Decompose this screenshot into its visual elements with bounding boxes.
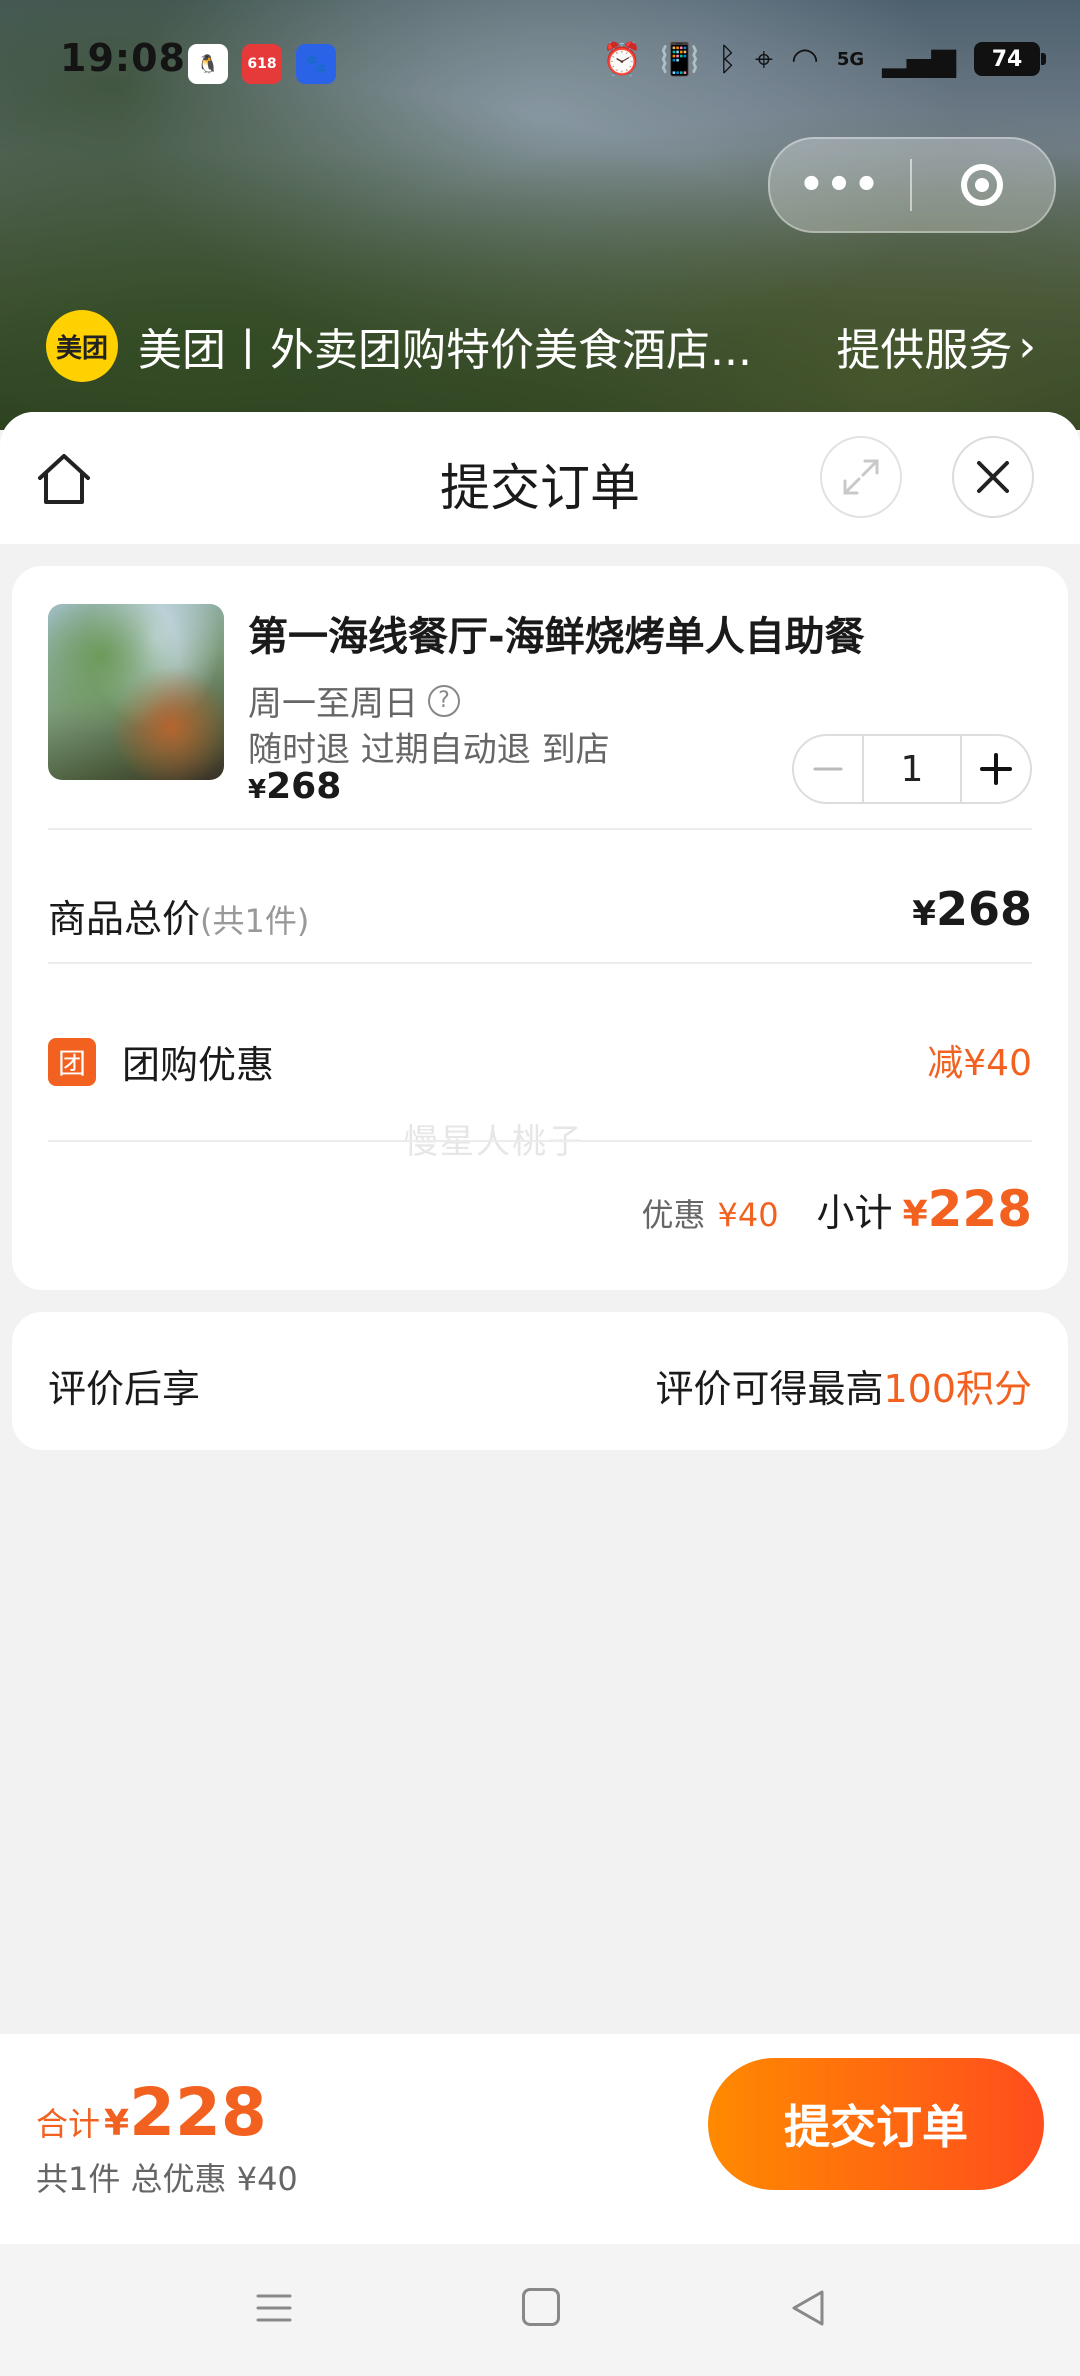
back-icon [792,2290,824,2326]
sheet-header: 提交订单 [0,412,1080,544]
goods-total-amount: ¥268 [912,882,1032,936]
close-icon [977,461,1009,493]
system-nav-bar [0,2244,1080,2376]
total-currency: ¥ [104,2103,130,2144]
watermark: 慢星人桃子 [404,1122,584,1162]
target-icon [961,164,1003,206]
saving-label: 优惠 [641,1196,706,1234]
goods-total-label: 商品总价(共1件) [48,888,309,943]
total-summary: 共1件 总优惠 ¥40 [36,2160,298,2198]
signal-icon: ▂▄▆ [882,40,956,78]
expand-icon [843,459,879,495]
expand-button[interactable] [820,436,902,518]
group-discount-value: 减¥40 [927,1043,1032,1084]
goods-count: (共1件) [200,902,310,940]
help-icon[interactable]: ? [428,684,460,717]
subtotal-amount: ¥228 [903,1180,1032,1238]
product-thumbnail[interactable] [48,604,224,780]
quantity-stepper: 1 [792,734,1032,804]
close-mini-program-button[interactable] [912,139,1052,231]
battery-icon: 74 [974,42,1046,76]
mini-program-row[interactable]: 美团 美团丨外卖团购特价美食酒店... 提供服务 › [46,310,1036,382]
review-reward: 评价可得最高100积分 [655,1358,1032,1413]
goods-total-text: 商品总价 [48,897,201,941]
subtotal-row: 优惠 ¥40 小计 ¥228 [641,1180,1032,1238]
baidu-icon: 🐾 [296,44,336,84]
order-card: 第一海线餐厅-海鲜烧烤单人自助餐 周一至周日 ? 随时退 过期自动退 到店 ¥2… [12,566,1068,1290]
wifi-icon: ◠ [790,40,819,78]
mini-program-capsule: ••• [768,137,1056,233]
checkout-bar: 合计 ¥ 228 共1件 总优惠 ¥40 提交订单 [0,2034,1080,2244]
goods-total-value: 268 [935,882,1032,936]
decrease-button[interactable] [794,736,862,802]
review-card: 评价后享 评价可得最高100积分 [12,1312,1068,1450]
total-amount: 合计 ¥ 228 [36,2074,267,2151]
subtotal-currency: ¥ [902,1194,928,1235]
product-price: ¥268 [248,766,341,807]
saving-value: ¥40 [717,1196,779,1234]
shopping-app-icon: 618 [242,44,282,84]
bluetooth-icon: ᛒ [717,40,737,78]
schedule-text: 周一至周日 [248,684,418,724]
back-button[interactable] [788,2288,828,2328]
battery-level: 74 [991,46,1023,72]
alarm-icon: ⏰ [602,40,642,78]
menu-icon [256,2294,292,2322]
group-discount-label: 团购优惠 [122,1043,275,1087]
meituan-logo: 美团 [46,310,118,382]
vibrate-icon: 📳 [659,40,700,78]
plus-icon [980,753,1012,785]
quantity-value[interactable]: 1 [862,736,962,802]
product-title: 第一海线餐厅-海鲜烧烤单人自助餐 [248,614,865,660]
divider [48,962,1032,964]
total-label: 合计 [36,2105,101,2143]
qq-icon: 🐧 [188,44,228,84]
total-value: 228 [129,2074,267,2151]
price-value: 268 [266,766,342,807]
close-button[interactable] [952,436,1034,518]
submit-order-button[interactable]: 提交订单 [708,2058,1044,2190]
subtotal-label: 小计 [816,1191,893,1235]
group-buy-badge: 团 [48,1038,96,1086]
mini-program-name: 美团丨外卖团购特价美食酒店... [138,325,752,376]
subtotal-value: 228 [927,1180,1032,1238]
product-policy: 随时退 过期自动退 到店 [248,730,610,770]
price-currency: ¥ [248,775,267,805]
service-label: 提供服务 [836,325,1013,376]
status-time: 19:08 [60,36,186,80]
increase-button[interactable] [962,736,1030,802]
chevron-right-icon: › [1018,320,1036,372]
divider [48,828,1032,830]
review-prefix: 评价可得最高 [655,1367,884,1411]
minus-icon [813,767,843,771]
notification-icons: 🐧 618 🐾 [188,44,336,84]
goods-total-currency: ¥ [912,894,936,934]
review-points: 100积分 [883,1367,1032,1411]
service-link[interactable]: 提供服务 › [836,314,1036,378]
status-bar: 19:08 🐧 618 🐾 ⏰ 📳 ᛒ ⌖ ◠ 5G ▂▄▆ 74 [0,0,1080,130]
location-icon: ⌖ [754,40,773,78]
review-label: 评价后享 [48,1367,201,1411]
product-schedule: 周一至周日 ? [248,676,460,725]
home-nav-button[interactable] [522,2288,560,2326]
network-type: 5G [836,48,865,70]
system-icons: ⏰ 📳 ᛒ ⌖ ◠ 5G ▂▄▆ 74 [602,40,1046,78]
page-title: 提交订单 [440,459,640,517]
more-icon[interactable]: ••• [770,139,910,231]
divider [48,1140,1032,1142]
recent-apps-button[interactable] [254,2288,294,2328]
